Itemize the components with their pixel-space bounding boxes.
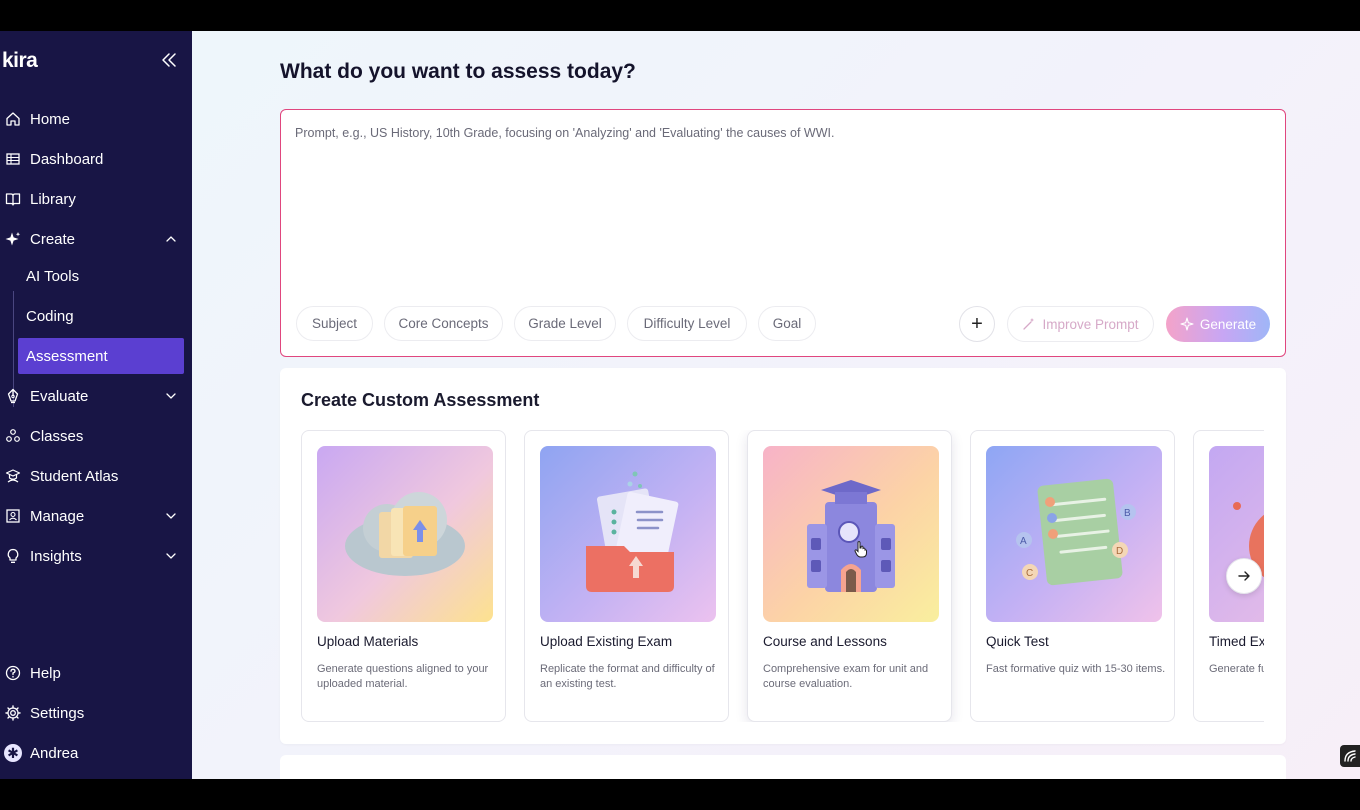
card-title: Upload Materials — [317, 634, 419, 649]
card-description: Replicate the format and difficulty of a… — [540, 663, 715, 690]
table-icon — [4, 150, 22, 168]
improve-prompt-label: Improve Prompt — [1042, 316, 1139, 332]
sidebar-item-label: Manage — [30, 507, 85, 525]
extension-icon[interactable] — [1340, 745, 1360, 767]
sidebar-item-label: Help — [30, 664, 61, 682]
card-title: Timed Exam — [1209, 634, 1264, 649]
generate-button[interactable]: Generate — [1166, 306, 1270, 342]
prompt-input[interactable] — [295, 126, 1255, 276]
student-icon — [4, 467, 22, 485]
avatar: ✱ — [4, 744, 22, 762]
chevron-down-icon[interactable] — [164, 509, 178, 523]
card-description: Generate questions aligned to your uploa… — [317, 663, 489, 690]
sidebar-item-student-atlas[interactable]: Student Atlas — [4, 458, 182, 494]
sidebar-item-manage[interactable]: Manage — [4, 498, 182, 534]
sidebar-item-label: Insights — [30, 547, 82, 565]
magic-wand-icon — [1023, 318, 1035, 330]
svg-text:B: B — [1124, 508, 1131, 519]
chip-goal[interactable]: Goal — [758, 306, 816, 341]
chip-difficulty-level[interactable]: Difficulty Level — [627, 306, 747, 341]
sidebar-item-label: Home — [30, 110, 71, 128]
manage-icon — [4, 507, 22, 525]
settings-icon — [4, 704, 22, 722]
lightbulb-icon — [4, 547, 22, 565]
timed-exam-illustration — [1209, 446, 1264, 622]
sidebar-item-dashboard[interactable]: Dashboard — [4, 141, 182, 177]
card-description: Fast formative quiz with 15-30 items. — [986, 663, 1166, 675]
kira-logo[interactable]: kira — [2, 49, 38, 73]
svg-text:C: C — [1026, 568, 1033, 579]
sidebar-item-profile[interactable]: ✱ Andrea — [4, 735, 182, 771]
hand-cursor-icon — [854, 541, 867, 558]
help-icon — [4, 664, 22, 682]
course-illustration — [763, 446, 939, 622]
book-icon — [4, 190, 22, 208]
sidebar-item-insights[interactable]: Insights — [4, 538, 182, 574]
pen-nib-icon — [4, 387, 22, 405]
sidebar-item-label: Andrea — [30, 744, 79, 762]
chip-grade-level[interactable]: Grade Level — [514, 306, 616, 341]
sidebar-item-classes[interactable]: Classes — [4, 418, 182, 454]
card-quick-test[interactable]: B A D C Quick Test Fast formative quiz w… — [970, 430, 1175, 722]
chevron-down-icon[interactable] — [164, 389, 178, 403]
sparkle-icon — [4, 230, 22, 248]
sidebar-subitem-coding[interactable]: Coding — [18, 298, 184, 334]
chevron-down-icon[interactable] — [164, 549, 178, 563]
cards-carousel: Upload Materials Generate questions alig… — [301, 430, 1264, 722]
sidebar-item-label: Evaluate — [30, 387, 89, 405]
svg-text:A: A — [1020, 536, 1027, 547]
card-title: Upload Existing Exam — [540, 634, 673, 649]
chip-subject[interactable]: Subject — [296, 306, 373, 341]
section-title: Create Custom Assessment — [301, 390, 540, 410]
sidebar-item-home[interactable]: Home — [4, 101, 182, 137]
prompt-box: Subject Core Concepts Grade Level Diffic… — [280, 109, 1286, 357]
chip-core-concepts[interactable]: Core Concepts — [384, 306, 503, 341]
sidebar-item-label: Student Atlas — [30, 467, 119, 485]
home-icon — [4, 110, 22, 128]
sidebar-subitem-assessment[interactable]: Assessment — [18, 338, 184, 374]
carousel-next-button[interactable] — [1226, 558, 1262, 594]
quick-test-illustration: B A D C — [986, 446, 1162, 622]
sidebar-item-evaluate[interactable]: Evaluate — [4, 378, 182, 414]
sidebar: kira Home Dashboard Library Create AI To… — [0, 31, 192, 779]
generate-label: Generate — [1199, 316, 1257, 332]
svg-text:D: D — [1116, 546, 1123, 557]
sidebar-item-label: Settings — [30, 704, 85, 722]
card-course-and-lessons[interactable]: Course and Lessons Comprehensive exam fo… — [747, 430, 952, 722]
sidebar-item-settings[interactable]: Settings — [4, 695, 182, 731]
sidebar-item-label: Dashboard — [30, 150, 104, 168]
card-description: Comprehensive exam for unit and course e… — [763, 663, 929, 690]
sidebar-item-label: Library — [30, 190, 76, 208]
card-upload-materials[interactable]: Upload Materials Generate questions alig… — [301, 430, 506, 722]
classes-icon — [4, 427, 22, 445]
sidebar-item-label: Classes — [30, 427, 84, 445]
sparkle-icon — [1180, 317, 1194, 331]
add-field-button[interactable]: + — [959, 306, 995, 342]
card-upload-existing-exam[interactable]: Upload Existing Exam Replicate the forma… — [524, 430, 729, 722]
page-title: What do you want to assess today? — [280, 60, 636, 83]
custom-assessment-panel: Create Custom Assessment Upload Material… — [280, 368, 1286, 744]
sidebar-item-label: Create — [30, 230, 76, 248]
card-description: Generate fully timed assessments. — [1209, 663, 1264, 675]
card-title: Course and Lessons — [763, 634, 887, 649]
upload-exam-illustration — [540, 446, 716, 622]
sidebar-item-create[interactable]: Create — [4, 221, 182, 257]
collapse-sidebar-icon[interactable] — [160, 51, 178, 69]
next-section-panel — [280, 755, 1286, 779]
app-window: kira Home Dashboard Library Create AI To… — [0, 31, 1360, 779]
sidebar-subitem-ai-tools[interactable]: AI Tools — [18, 258, 184, 294]
sidebar-item-help[interactable]: Help — [4, 655, 182, 691]
sidebar-item-library[interactable]: Library — [4, 181, 182, 217]
arrow-right-icon — [1238, 571, 1250, 581]
upload-materials-illustration — [317, 446, 493, 622]
improve-prompt-button[interactable]: Improve Prompt — [1007, 306, 1154, 342]
card-title: Quick Test — [986, 634, 1049, 649]
chevron-up-icon[interactable] — [164, 232, 178, 246]
main-content: What do you want to assess today? Subjec… — [192, 31, 1360, 779]
